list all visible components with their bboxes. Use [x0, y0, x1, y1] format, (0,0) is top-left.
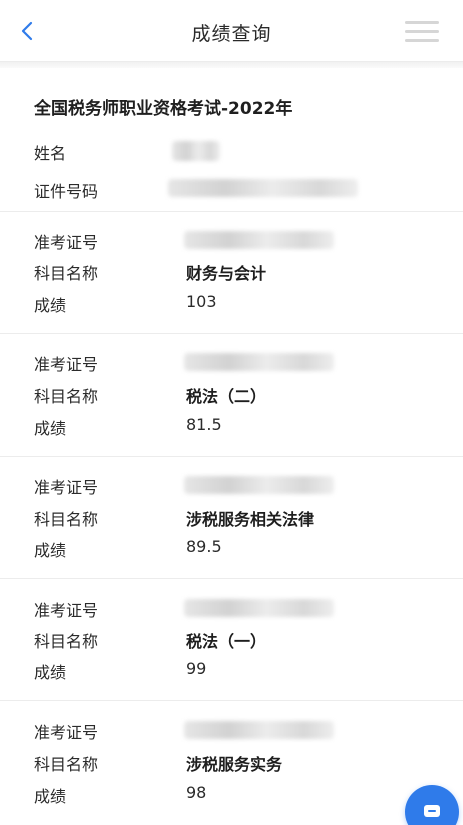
id-number-value-redacted [168, 179, 358, 197]
ticket-label: 准考证号 [34, 355, 99, 374]
exam-title: 全国税务师职业资格考试-2022年 [34, 99, 293, 119]
subject-name: 税法（一） [186, 632, 267, 651]
divider [0, 700, 463, 701]
divider [0, 333, 463, 334]
score-label: 成绩 [34, 296, 67, 315]
subject-label: 科目名称 [34, 755, 99, 774]
page-title: 成绩查询 [191, 23, 272, 45]
header-bar: 成绩查询 [0, 0, 463, 62]
ticket-label: 准考证号 [34, 478, 99, 497]
subject-label: 科目名称 [34, 387, 99, 406]
score-label: 成绩 [34, 419, 67, 438]
subject-name: 财务与会计 [186, 264, 267, 283]
header-shadow [0, 62, 463, 68]
ticket-value-redacted [184, 231, 334, 249]
chat-button[interactable] [405, 785, 459, 825]
subject-name: 涉税服务相关法律 [186, 510, 315, 529]
ticket-value-redacted [184, 599, 334, 617]
score-value: 103 [186, 292, 217, 311]
name-label: 姓名 [34, 144, 67, 163]
ticket-label: 准考证号 [34, 601, 99, 620]
ticket-label: 准考证号 [34, 233, 99, 252]
score-label: 成绩 [34, 787, 67, 806]
score-label: 成绩 [34, 663, 67, 682]
ticket-value-redacted [184, 476, 334, 494]
score-value: 99 [186, 659, 207, 678]
subject-name: 涉税服务实务 [186, 755, 283, 774]
subject-label: 科目名称 [34, 632, 99, 651]
score-query-page: 成绩查询 全国税务师职业资格考试-2022年 姓名 证件号码 准考证号 科目名称… [0, 0, 463, 825]
divider [0, 211, 463, 212]
divider [0, 578, 463, 579]
ticket-value-redacted [184, 721, 334, 739]
subject-name: 税法（二） [186, 387, 267, 406]
ticket-value-redacted [184, 353, 334, 371]
score-label: 成绩 [34, 541, 67, 560]
id-number-label: 证件号码 [34, 182, 99, 201]
divider [0, 456, 463, 457]
subject-label: 科目名称 [34, 264, 99, 283]
ticket-label: 准考证号 [34, 723, 99, 742]
hamburger-menu-icon[interactable] [405, 18, 441, 44]
name-value-redacted [172, 141, 220, 161]
score-value: 81.5 [186, 415, 222, 434]
score-value: 89.5 [186, 537, 222, 556]
score-value: 98 [186, 783, 207, 802]
chat-icon [424, 805, 440, 817]
subject-label: 科目名称 [34, 510, 99, 529]
